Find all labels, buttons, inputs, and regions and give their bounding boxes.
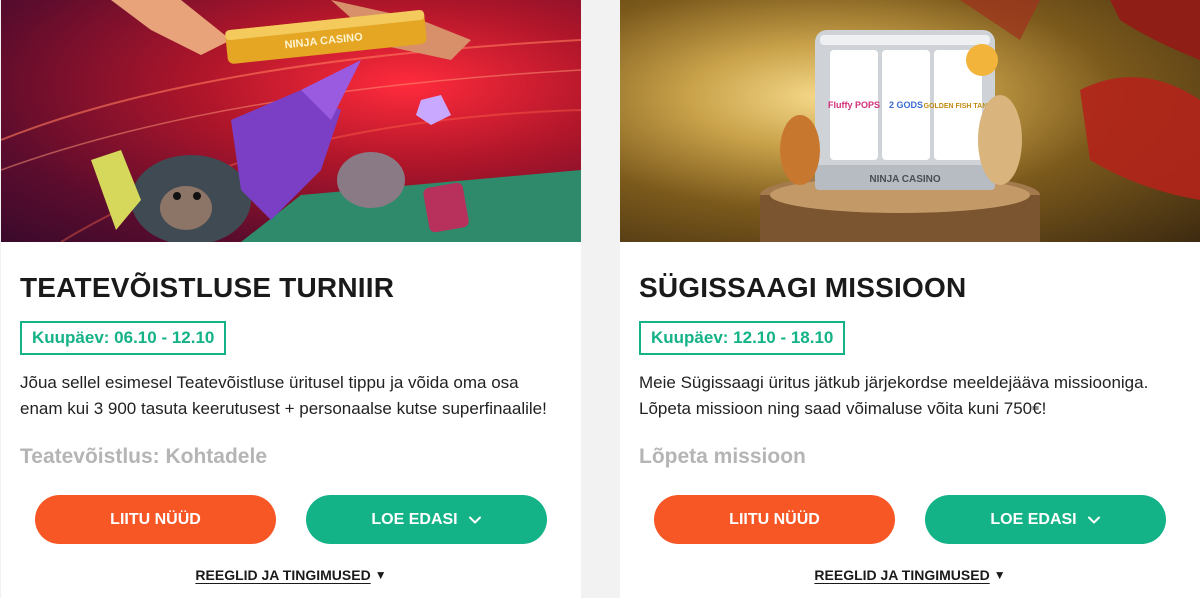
join-now-label: LIITU NÜÜD — [729, 510, 820, 528]
read-more-label: LOE EDASI — [371, 510, 458, 528]
promotion-title: TEATEVÕISTLUSE TURNIIR — [20, 272, 395, 303]
slot-label-2: 2 GODS — [889, 100, 923, 110]
read-more-button[interactable]: LOE EDASI — [925, 495, 1166, 544]
terms-and-conditions-link[interactable]: REEGLID JA TINGIMUSED ▼ — [620, 567, 1200, 583]
promotion-description: Meie Sügissaagi üritus jätkub järjekords… — [639, 373, 1149, 418]
terms-and-conditions-link[interactable]: REEGLID JA TINGIMUSED ▼ — [1, 567, 581, 583]
promotion-title: SÜGISSAAGI MISSIOON — [639, 272, 967, 303]
date-badge: Kuupäev: 06.10 - 12.10 — [20, 321, 227, 355]
promotion-card-autumn-mission: Fluffy POPS 2 GODS GOLDEN FISH TANK NINJ… — [620, 0, 1200, 598]
chevron-down-icon — [1087, 516, 1100, 523]
chevron-down-icon — [468, 516, 481, 523]
promotion-banner-image: Fluffy POPS 2 GODS GOLDEN FISH TANK NINJ… — [620, 0, 1200, 242]
banner-illustration: NINJA CASINO — [1, 0, 581, 242]
caret-down-icon: ▼ — [993, 568, 1006, 582]
terms-label: REEGLID JA TINGIMUSED — [195, 567, 371, 583]
read-more-label: LOE EDASI — [990, 510, 1077, 528]
promotion-description: Jõua sellel esimesel Teatevõistluse ürit… — [20, 373, 547, 418]
promotion-subheading: Teatevõistlus: Kohtadele — [20, 445, 267, 468]
join-now-label: LIITU NÜÜD — [110, 510, 201, 528]
caret-down-icon: ▼ — [374, 568, 387, 582]
banner-logo-text: NINJA CASINO — [869, 174, 941, 185]
read-more-button[interactable]: LOE EDASI — [306, 495, 547, 544]
promotion-banner-image: NINJA CASINO — [1, 0, 581, 242]
promotion-subheading: Lõpeta missioon — [639, 445, 806, 468]
join-now-button[interactable]: LIITU NÜÜD — [35, 495, 276, 544]
terms-label: REEGLID JA TINGIMUSED — [814, 567, 990, 583]
slot-label-1: Fluffy POPS — [828, 100, 880, 110]
banner-illustration: Fluffy POPS 2 GODS GOLDEN FISH TANK NINJ… — [760, 0, 1200, 242]
promotion-card-relay-tournament: NINJA CASINO TEATEVÕISTLUSE TURNIIR Kuup… — [1, 0, 581, 598]
date-badge: Kuupäev: 12.10 - 18.10 — [639, 321, 846, 355]
slot-label-3: GOLDEN FISH TANK — [924, 103, 993, 110]
join-now-button[interactable]: LIITU NÜÜD — [654, 495, 895, 544]
